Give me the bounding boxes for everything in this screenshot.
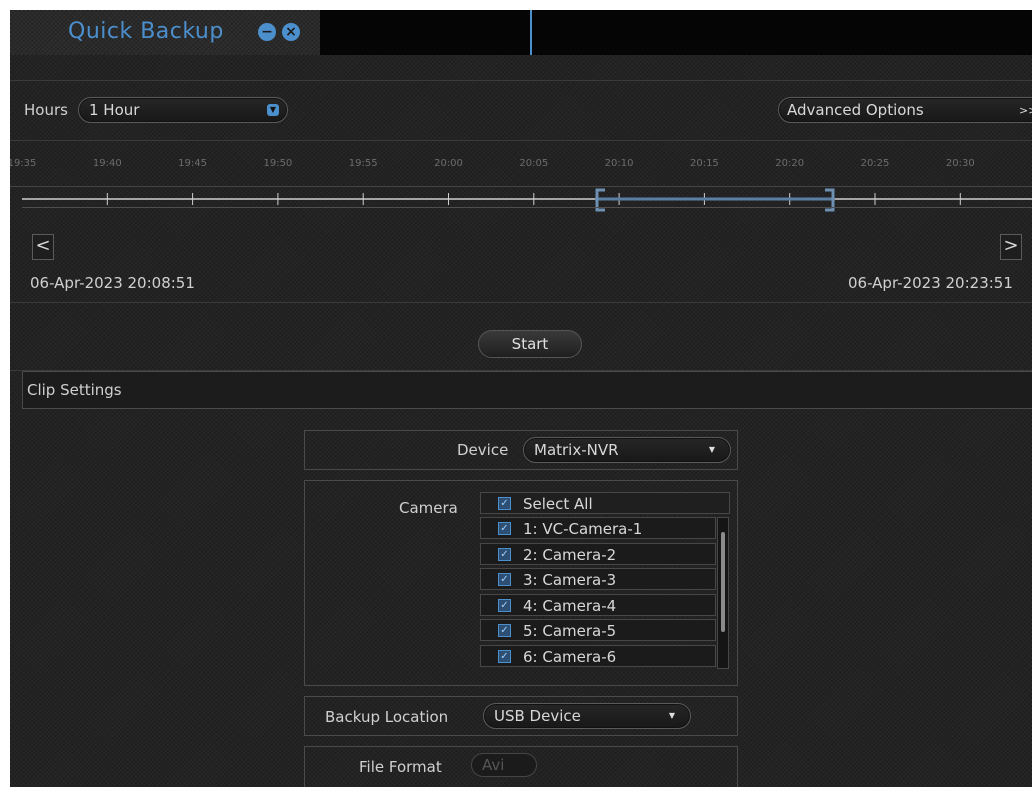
camera-label: 3: Camera-3 bbox=[523, 571, 617, 589]
checkbox-checked-icon: ✓ bbox=[498, 649, 511, 663]
device-value: Matrix-NVR bbox=[534, 441, 619, 459]
device-panel: Device Matrix-NVR ▼ bbox=[304, 430, 738, 470]
checkbox-checked-icon: ✓ bbox=[498, 624, 511, 637]
clip-settings-title: Clip Settings bbox=[27, 381, 122, 399]
file-format-value: Avi bbox=[482, 756, 505, 774]
backup-location-label: Backup Location bbox=[325, 708, 449, 726]
timeline-tick-label: 19:40 bbox=[92, 158, 122, 169]
backup-location-select[interactable]: USB Device ▼ bbox=[483, 703, 691, 729]
divider bbox=[10, 186, 1032, 187]
tab-divider bbox=[530, 10, 532, 55]
chevron-down-icon: ▼ bbox=[668, 711, 676, 720]
divider bbox=[10, 80, 1032, 81]
timeline-tick-label: 19:55 bbox=[348, 158, 378, 169]
checkbox-checked-icon: ✓ bbox=[498, 497, 511, 510]
backup-location-panel: Backup Location USB Device ▼ bbox=[304, 696, 738, 736]
timeline-tick-label: 19:45 bbox=[178, 158, 208, 169]
checkbox-checked-icon: ✓ bbox=[498, 598, 511, 612]
checkbox-checked-icon: ✓ bbox=[498, 522, 511, 535]
double-chevron-right-icon: >> bbox=[1019, 104, 1032, 117]
select-all-checkbox[interactable]: ✓ Select All bbox=[480, 492, 730, 514]
hours-select[interactable]: 1 Hour ▼ bbox=[78, 97, 288, 123]
close-icon: × bbox=[285, 24, 297, 40]
timeline-track[interactable] bbox=[22, 188, 1032, 218]
timeline-tick-label: 20:15 bbox=[689, 158, 719, 169]
window-tab[interactable]: Quick Backup − × bbox=[10, 10, 320, 55]
camera-label: 2: Camera-2 bbox=[523, 545, 617, 564]
hours-label: Hours bbox=[24, 101, 68, 119]
camera-list-item[interactable]: ✓ 2: Camera-2 bbox=[480, 542, 716, 565]
camera-list-item[interactable]: ✓ 3: Camera-3 bbox=[480, 568, 716, 590]
camera-list-item[interactable]: ✓ 4: Camera-4 bbox=[480, 593, 716, 616]
camera-list-item[interactable]: ✓ 6: Camera-6 bbox=[480, 644, 716, 667]
scrollbar-thumb[interactable] bbox=[721, 532, 725, 632]
timeline-prev-button[interactable]: < bbox=[32, 234, 54, 260]
checkbox-checked-icon: ✓ bbox=[498, 547, 511, 561]
window-title: Quick Backup bbox=[68, 19, 224, 44]
divider bbox=[10, 302, 1032, 303]
timeline-tick-label: 20:10 bbox=[604, 158, 634, 169]
start-button[interactable]: Start bbox=[478, 330, 582, 358]
camera-label: 1: VC-Camera-1 bbox=[523, 520, 643, 538]
hours-value: 1 Hour bbox=[89, 101, 140, 119]
camera-label: 6: Camera-6 bbox=[523, 647, 617, 666]
backup-location-value: USB Device bbox=[494, 707, 581, 725]
timeline-tick-label: 20:20 bbox=[775, 158, 805, 169]
file-format-panel: File Format Avi bbox=[304, 746, 738, 787]
chevron-down-icon: ▼ bbox=[267, 104, 279, 116]
file-format-label: File Format bbox=[359, 758, 442, 776]
timeline-tick-label: 20:00 bbox=[434, 158, 463, 169]
timeline-tick-label: 20:25 bbox=[860, 158, 890, 169]
camera-label: Camera bbox=[399, 499, 458, 517]
timeline-next-button[interactable]: > bbox=[1000, 234, 1022, 260]
start-button-label: Start bbox=[511, 335, 549, 353]
chevron-down-icon: ▼ bbox=[708, 445, 716, 454]
divider bbox=[22, 207, 1032, 208]
advanced-options-button[interactable]: Advanced Options >> bbox=[778, 97, 1032, 123]
chevron-left-icon: < bbox=[35, 235, 51, 256]
camera-list-item[interactable]: ✓ 5: Camera-5 bbox=[480, 619, 716, 641]
camera-label: 5: Camera-5 bbox=[523, 622, 617, 640]
chevron-right-icon: > bbox=[1003, 235, 1019, 256]
quick-backup-window: Quick Backup − × Hours 1 Hour ▼ Advanced… bbox=[10, 10, 1032, 787]
checkbox-checked-icon: ✓ bbox=[498, 573, 511, 586]
clip-settings-header: Clip Settings bbox=[22, 371, 1032, 409]
close-button[interactable]: × bbox=[282, 23, 300, 41]
timeline-tick-label: 20:30 bbox=[945, 158, 975, 169]
divider bbox=[10, 140, 1032, 141]
timeline-tick-label: 19:50 bbox=[263, 158, 293, 169]
file-format-field: Avi bbox=[471, 753, 537, 777]
device-select[interactable]: Matrix-NVR ▼ bbox=[523, 437, 731, 463]
end-time: 06-Apr-2023 20:23:51 bbox=[848, 274, 1013, 292]
camera-list-scrollbar[interactable] bbox=[717, 517, 729, 669]
advanced-options-label: Advanced Options bbox=[787, 101, 924, 119]
camera-list-item[interactable]: ✓ 1: VC-Camera-1 bbox=[480, 517, 716, 539]
device-label: Device bbox=[457, 441, 509, 459]
select-all-label: Select All bbox=[523, 495, 593, 513]
camera-label: 4: Camera-4 bbox=[523, 596, 617, 615]
minimize-button[interactable]: − bbox=[258, 23, 276, 41]
start-time: 06-Apr-2023 20:08:51 bbox=[30, 274, 195, 292]
minus-icon: − bbox=[261, 24, 273, 40]
timeline-tick-label: 20:05 bbox=[519, 158, 549, 169]
timeline-tick-label: 19:35 bbox=[10, 158, 37, 169]
